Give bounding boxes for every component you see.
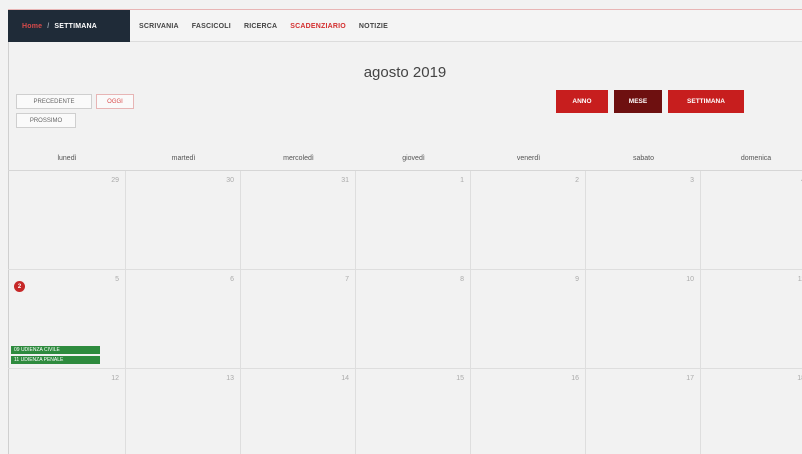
day-number: 8 [460,276,464,283]
weekday-header-thu: giovedì [402,155,425,162]
day-cell[interactable]: 15 [356,369,471,454]
nav-item-ricerca[interactable]: RICERCA [244,23,277,30]
breadcrumb-home[interactable]: Home [22,23,42,30]
day-cell[interactable]: 14 [241,369,356,454]
day-number: 6 [230,276,234,283]
day-cell[interactable]: 1 [356,171,471,270]
day-cell[interactable]: 16 [471,369,586,454]
breadcrumb-separator: / [47,22,50,30]
day-cell[interactable]: 13 [126,369,241,454]
day-cell[interactable]: 17 [586,369,701,454]
day-cell[interactable]: 6 [126,270,241,369]
prev-button[interactable]: PRECEDENTE [16,94,92,109]
day-number: 5 [115,276,119,283]
event-count-badge[interactable]: 2 [14,281,25,292]
weekday-header-mon: lunedì [57,155,77,162]
weekday-header-wed: mercoledì [283,155,314,162]
day-number: 17 [686,375,694,382]
day-number: 3 [690,177,694,184]
day-number: 7 [345,276,349,283]
day-number: 2 [575,177,579,184]
next-button[interactable]: PROSSIMO [16,113,76,128]
nav-item-scadenziario[interactable]: SCADENZIARIO [290,23,346,30]
day-number: 18 [797,375,802,382]
day-number: 29 [111,177,119,184]
month-calendar: lunedì martedì mercoledì giovedì venerdì… [8,148,802,454]
day-cell[interactable]: 11 [701,270,802,369]
breadcrumb: Home / SETTIMANA [8,10,130,42]
day-number: 9 [575,276,579,283]
nav-item-scrivania[interactable]: SCRIVANIA [139,23,179,30]
day-cell[interactable]: 12 [8,369,126,454]
top-navbar: Home / SETTIMANA SCRIVANIA FASCICOLI RIC… [8,9,802,42]
nav-item-notizie[interactable]: NOTIZIE [359,23,388,30]
day-cell[interactable]: 2 [471,171,586,270]
day-cell[interactable]: 30 [126,171,241,270]
day-number: 15 [456,375,464,382]
main-nav: SCRIVANIA FASCICOLI RICERCA SCADENZIARIO… [139,10,388,42]
nav-item-fascicoli[interactable]: FASCICOLI [192,23,231,30]
day-cell[interactable]: 18 [701,369,802,454]
day-cell[interactable]: 8 [356,270,471,369]
day-cell[interactable]: 5 [8,270,126,369]
calendar-event[interactable]: 09 UDIENZA CIVILE [11,346,100,354]
day-cell[interactable]: 29 [8,171,126,270]
day-number: 11 [797,276,802,283]
weekday-header-fri: venerdì [516,155,541,162]
week-view-button[interactable]: SETTIMANA [668,90,744,113]
calendar-event[interactable]: 11 UDIENZA PENALE [11,356,100,364]
day-cell[interactable]: 7 [241,270,356,369]
day-cell[interactable]: 4 [701,171,802,270]
year-view-button[interactable]: ANNO [556,90,608,113]
day-cell[interactable]: 3 [586,171,701,270]
day-number: 13 [226,375,234,382]
day-cell[interactable]: 10 [586,270,701,369]
day-number: 10 [686,276,694,283]
day-number: 16 [571,375,579,382]
day-number: 31 [341,177,349,184]
day-number: 1 [460,177,464,184]
weekday-header-tue: martedì [171,155,196,162]
day-cell[interactable]: 9 [471,270,586,369]
day-number: 30 [226,177,234,184]
calendar-title: agosto 2019 [363,64,447,81]
weekday-header-sun: domenica [740,155,772,162]
day-number: 12 [111,375,119,382]
month-view-button[interactable]: MESE [614,90,662,113]
today-button[interactable]: OGGI [96,94,134,109]
weekday-header-sat: sabato [632,155,655,162]
day-number: 14 [341,375,349,382]
breadcrumb-current: SETTIMANA [54,22,98,30]
day-cell[interactable]: 31 [241,171,356,270]
